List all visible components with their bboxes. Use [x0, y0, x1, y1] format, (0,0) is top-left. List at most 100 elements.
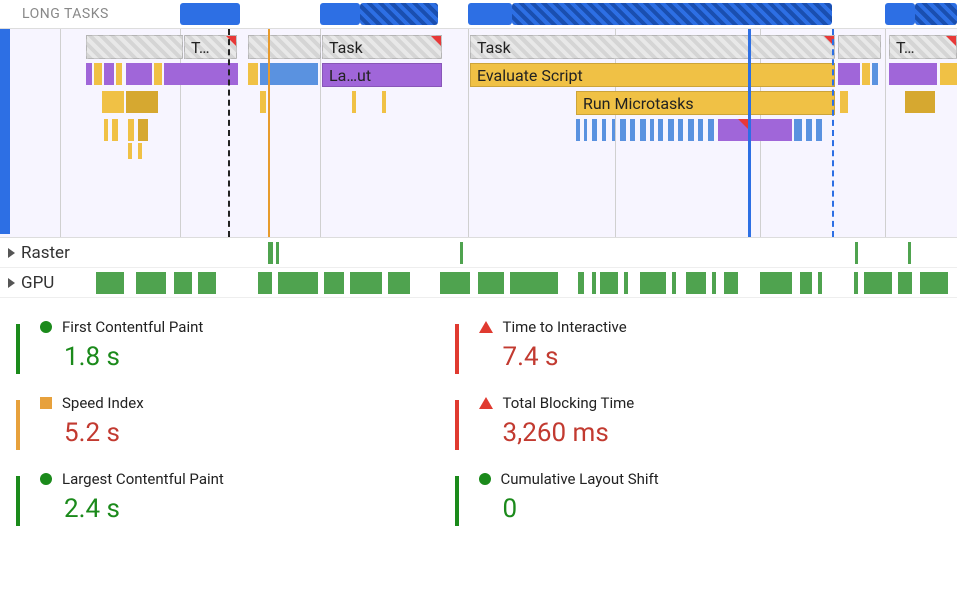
seg[interactable]	[640, 119, 646, 141]
gpu-seg[interactable]	[388, 272, 410, 294]
seg[interactable]	[794, 119, 802, 141]
task-segment[interactable]	[838, 35, 881, 59]
seg[interactable]	[94, 63, 102, 85]
long-task-block[interactable]	[320, 3, 360, 25]
gpu-seg[interactable]	[258, 272, 272, 294]
layout-segment[interactable]: La…ut	[322, 63, 442, 87]
raster-seg[interactable]	[276, 242, 279, 264]
seg[interactable]	[112, 119, 118, 141]
task-segment[interactable]	[86, 35, 183, 59]
seg[interactable]	[889, 63, 937, 85]
expand-icon[interactable]	[8, 278, 15, 288]
seg[interactable]	[905, 91, 935, 113]
seg[interactable]	[116, 63, 122, 85]
seg[interactable]	[678, 119, 683, 141]
raster-track[interactable]: Raster	[0, 238, 957, 268]
metric-si[interactable]: Speed Index 5.2 s	[40, 386, 479, 462]
gpu-seg[interactable]	[96, 272, 124, 294]
gpu-seg[interactable]	[278, 272, 318, 294]
seg[interactable]	[126, 91, 158, 113]
task-segment[interactable]: Task	[322, 35, 442, 59]
seg[interactable]	[104, 63, 114, 85]
seg[interactable]	[862, 63, 870, 85]
gpu-track[interactable]: GPU	[0, 268, 957, 298]
gpu-seg[interactable]	[864, 272, 892, 294]
gpu-seg[interactable]	[578, 272, 584, 294]
raster-seg[interactable]	[908, 242, 911, 264]
seg[interactable]	[164, 63, 238, 85]
gpu-seg[interactable]	[440, 272, 470, 294]
long-task-block[interactable]	[360, 3, 438, 25]
gpu-seg[interactable]	[760, 272, 792, 294]
expand-icon[interactable]	[8, 248, 15, 258]
gpu-seg[interactable]	[724, 272, 738, 294]
gpu-seg[interactable]	[854, 272, 858, 294]
long-task-block[interactable]	[915, 3, 957, 25]
seg[interactable]	[128, 119, 134, 141]
seg[interactable]	[126, 63, 152, 85]
metric-tbt[interactable]: Total Blocking Time 3,260 ms	[479, 386, 918, 462]
long-task-block[interactable]	[512, 3, 832, 25]
seg[interactable]	[838, 63, 860, 85]
seg[interactable]	[138, 119, 148, 141]
seg[interactable]	[352, 91, 356, 113]
gpu-seg[interactable]	[624, 272, 628, 294]
seg[interactable]	[592, 119, 597, 141]
task-segment[interactable]: T…	[889, 35, 957, 59]
seg[interactable]	[138, 143, 142, 159]
seg[interactable]	[260, 91, 266, 113]
gpu-seg[interactable]	[478, 272, 504, 294]
marker-current[interactable]	[748, 29, 751, 237]
seg[interactable]	[650, 119, 654, 141]
gpu-seg[interactable]	[818, 272, 822, 294]
gpu-label[interactable]: GPU	[0, 273, 62, 293]
gpu-seg[interactable]	[640, 272, 666, 294]
flame-chart[interactable]: T… Task Task T… La…ut Evaluate Script Ru…	[0, 28, 957, 238]
seg[interactable]	[620, 119, 626, 141]
gpu-seg[interactable]	[592, 272, 596, 294]
metric-fcp[interactable]: First Contentful Paint 1.8 s	[40, 310, 479, 386]
seg[interactable]	[806, 119, 812, 141]
seg[interactable]	[248, 63, 258, 85]
gpu-seg[interactable]	[898, 272, 912, 294]
raster-seg[interactable]	[855, 242, 858, 264]
gpu-seg[interactable]	[800, 272, 812, 294]
metric-cls[interactable]: Cumulative Layout Shift 0	[479, 462, 918, 538]
gpu-seg[interactable]	[198, 272, 216, 294]
gpu-seg[interactable]	[174, 272, 192, 294]
raster-seg[interactable]	[268, 242, 273, 264]
seg[interactable]	[816, 119, 822, 141]
seg[interactable]	[940, 63, 957, 85]
metric-tti[interactable]: Time to Interactive 7.4 s	[479, 310, 918, 386]
long-task-block[interactable]	[885, 3, 915, 25]
seg[interactable]	[576, 119, 580, 141]
seg[interactable]	[584, 119, 587, 141]
seg[interactable]	[382, 91, 386, 113]
raster-seg[interactable]	[460, 242, 463, 264]
gpu-seg[interactable]	[350, 272, 382, 294]
seg[interactable]	[698, 119, 703, 141]
seg[interactable]	[102, 91, 124, 113]
seg[interactable]	[154, 63, 162, 85]
gpu-seg[interactable]	[686, 272, 706, 294]
gpu-seg[interactable]	[324, 272, 344, 294]
seg[interactable]	[86, 63, 92, 85]
gpu-seg[interactable]	[510, 272, 558, 294]
metric-lcp[interactable]: Largest Contentful Paint 2.4 s	[40, 462, 479, 538]
seg[interactable]	[840, 91, 848, 113]
gpu-seg[interactable]	[600, 272, 618, 294]
seg[interactable]	[668, 119, 674, 141]
task-segment[interactable]	[248, 35, 321, 59]
long-task-block[interactable]	[180, 3, 240, 25]
run-microtasks-segment[interactable]: Run Microtasks	[576, 91, 835, 115]
seg[interactable]	[688, 119, 694, 141]
long-task-block[interactable]	[468, 3, 512, 25]
seg[interactable]	[750, 119, 792, 141]
gpu-seg[interactable]	[712, 272, 716, 294]
seg[interactable]	[658, 119, 663, 141]
gpu-seg[interactable]	[136, 272, 166, 294]
evaluate-script-segment[interactable]: Evaluate Script	[470, 63, 835, 87]
seg[interactable]	[602, 119, 606, 141]
raster-label[interactable]: Raster	[0, 243, 78, 263]
seg[interactable]	[128, 143, 132, 159]
